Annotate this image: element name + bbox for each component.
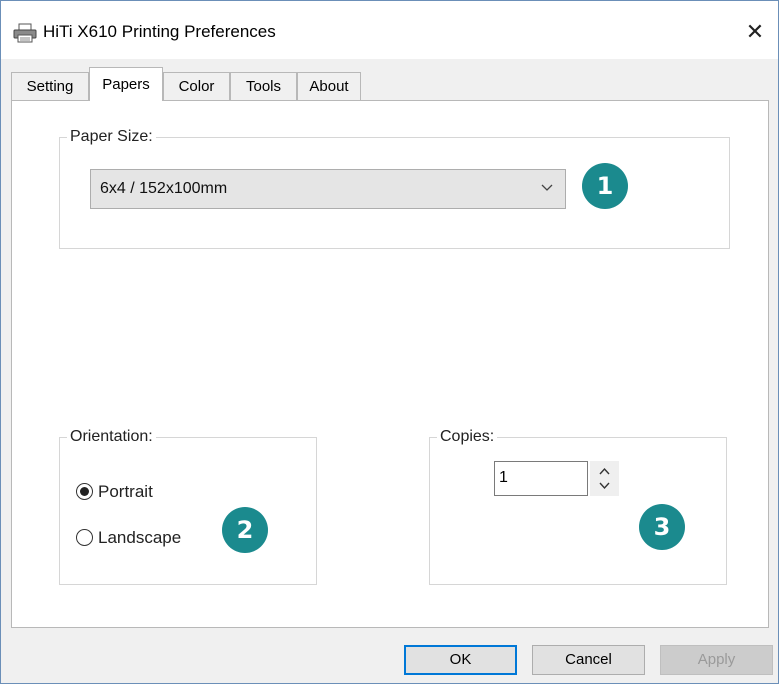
window-title: HiTi X610 Printing Preferences [43,22,276,41]
callout-badge-2: 2 [222,507,268,553]
copies-group: Copies: 1 [429,427,727,585]
portrait-radio[interactable] [76,483,93,500]
paper-size-select[interactable]: 6x4 / 152x100mm [90,169,566,209]
tab-tools[interactable]: Tools [230,72,297,100]
landscape-label[interactable]: Landscape [98,528,181,548]
ok-button[interactable]: OK [404,645,517,675]
tab-color[interactable]: Color [163,72,230,100]
orientation-label: Orientation: [67,427,156,447]
apply-button[interactable]: Apply [660,645,773,675]
tab-about[interactable]: About [297,72,361,100]
orientation-group: Orientation: Portrait Landscape [59,427,317,585]
paper-size-label: Paper Size: [67,127,156,147]
tab-papers[interactable]: Papers [89,67,163,101]
portrait-label[interactable]: Portrait [98,482,153,502]
callout-badge-1: 1 [582,163,628,209]
title-bar: HiTi X610 Printing Preferences ✕ [1,1,778,59]
callout-badge-3: 3 [639,504,685,550]
paper-size-group: Paper Size: 6x4 / 152x100mm [59,127,730,249]
cancel-button[interactable]: Cancel [532,645,645,675]
copies-label: Copies: [437,427,498,447]
paper-size-value: 6x4 / 152x100mm [100,180,228,197]
landscape-radio[interactable] [76,529,93,546]
printer-icon [13,23,37,43]
copies-stepper[interactable] [590,461,619,496]
printing-preferences-dialog: HiTi X610 Printing Preferences ✕ Setting… [0,0,779,684]
tab-setting[interactable]: Setting [11,72,89,100]
copies-value[interactable]: 1 [499,469,508,487]
radio-selected-dot [80,487,89,496]
spin-down-icon[interactable] [598,481,611,491]
close-button[interactable]: ✕ [732,9,778,55]
spin-up-icon[interactable] [598,466,611,476]
chevron-down-icon [541,184,553,191]
copies-input[interactable]: 1 [494,461,588,496]
close-icon[interactable]: ✕ [746,19,764,44]
